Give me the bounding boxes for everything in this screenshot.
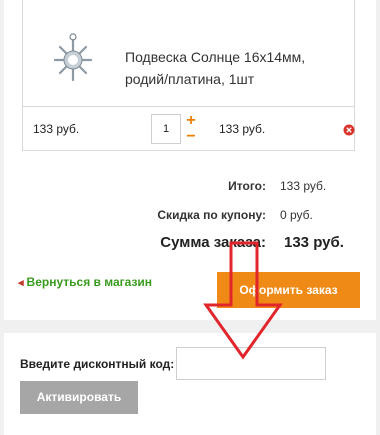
back-to-shop-label: Вернуться в магазин	[26, 275, 153, 289]
product-thumbnail[interactable]	[43, 30, 103, 90]
discount-label: Скидка по купону:	[157, 208, 266, 222]
cart-item: Подвеска Солнце 16х14мм, родий/платина, …	[22, 0, 355, 151]
order-sum-value: 133 руб.	[284, 234, 344, 251]
coupon-panel: Введите дисконтный код: Активировать	[4, 333, 376, 435]
activate-coupon-button[interactable]: Активировать	[20, 381, 138, 414]
product-name-link[interactable]: Подвеска Солнце 16х14мм, родий/платина, …	[125, 46, 350, 90]
line-total-price: 133 руб.	[219, 122, 266, 136]
coupon-code-input[interactable]	[176, 347, 326, 380]
item-divider	[23, 106, 354, 107]
cart-panel: Подвеска Солнце 16х14мм, родий/платина, …	[4, 0, 376, 320]
total-value: 133 руб.	[280, 179, 327, 193]
back-to-shop-link[interactable]: ◂ Вернуться в магазин	[18, 275, 152, 289]
remove-circle-icon[interactable]	[343, 124, 355, 136]
total-label: Итого:	[228, 179, 266, 193]
discount-value: 0 руб.	[280, 208, 313, 222]
quantity-input[interactable]	[151, 114, 181, 144]
increase-quantity-button[interactable]: +	[183, 113, 199, 129]
order-sum-label: Сумма заказа:	[160, 234, 266, 251]
back-arrow-icon: ◂	[18, 277, 24, 289]
checkout-button[interactable]: Оформить заказ	[217, 272, 360, 308]
unit-price: 133 руб.	[33, 122, 80, 136]
decrease-quantity-button[interactable]: −	[183, 129, 199, 145]
coupon-label: Введите дисконтный код:	[20, 357, 175, 371]
